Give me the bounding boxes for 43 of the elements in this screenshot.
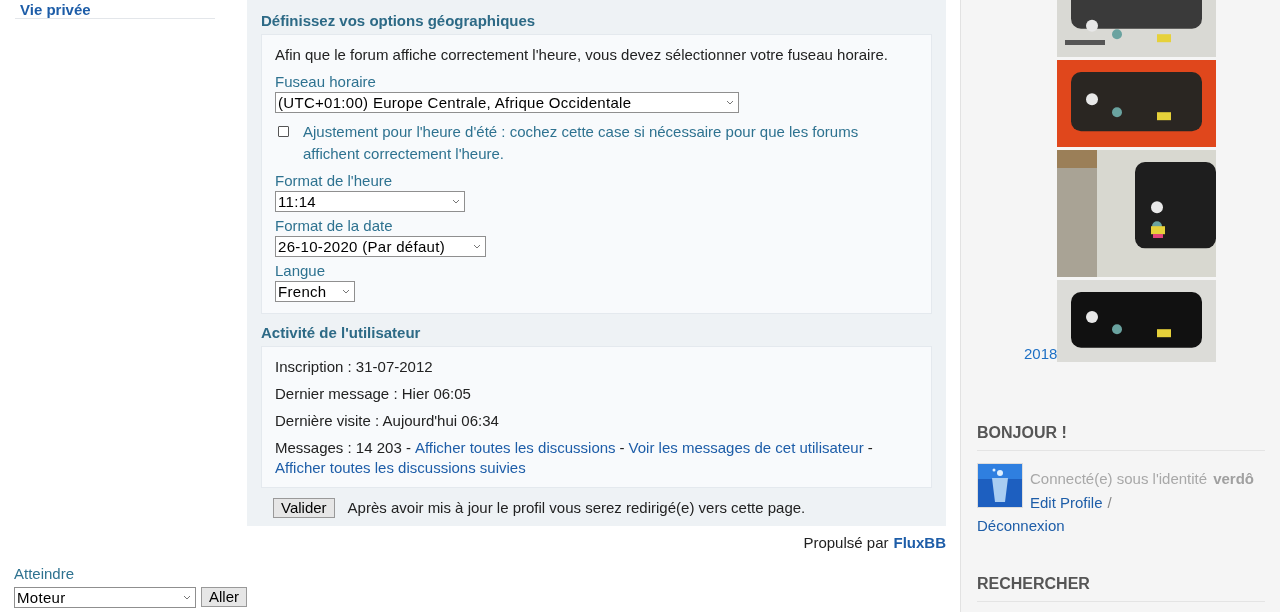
separator-text: - bbox=[619, 439, 625, 456]
edit-profile-link[interactable]: Edit Profile bbox=[1030, 494, 1103, 511]
field-label: Format de l'heure bbox=[275, 171, 393, 191]
time-format-select[interactable]: 11:14 bbox=[275, 191, 465, 212]
forum-select[interactable]: Moteur bbox=[14, 587, 196, 608]
caret-icon bbox=[183, 595, 191, 600]
checkbox-label: Ajustement pour l'heure d'été : cochez cette case si nécessaire pour que les forums affichent correctement l'heure. bbox=[303, 122, 860, 164]
caret-icon bbox=[342, 289, 350, 294]
info-text: Messages : 14 203 - bbox=[275, 439, 411, 456]
logout-link[interactable]: Déconnexion bbox=[977, 517, 1065, 534]
info-text: Inscription : 31-07-2012 bbox=[275, 357, 433, 377]
language-select[interactable]: French bbox=[275, 281, 355, 302]
link[interactable]: Afficher toutes les discussions bbox=[414, 439, 616, 456]
brand-link[interactable]: FluxBB bbox=[893, 534, 946, 551]
link[interactable]: Afficher toutes les discussions suivies bbox=[275, 459, 526, 476]
checkbox[interactable] bbox=[278, 126, 289, 137]
jump-label: Atteindre bbox=[14, 564, 76, 584]
year-link[interactable]: 2018 bbox=[1024, 346, 1058, 362]
caret-icon bbox=[473, 244, 481, 249]
intro-text: Afin que le forum affiche correctement l'heure, vous devez sélectionner votre fuseau horaire. bbox=[275, 45, 888, 65]
section-title: Définissez vos options géographiques bbox=[261, 12, 537, 29]
nav-link[interactable]: Vie privée bbox=[15, 1, 96, 18]
login-text: Connecté(e) sous l'identité bbox=[1030, 470, 1208, 487]
timezone-select[interactable]: (UTC+01:00) Europe Centrale, Afrique Occidentale bbox=[275, 92, 739, 113]
caret-icon bbox=[726, 100, 734, 105]
go-button[interactable]: Aller bbox=[201, 587, 247, 607]
date-format-select[interactable]: 26-10-2020 (Par défaut) bbox=[275, 236, 486, 257]
link[interactable]: Voir les messages de cet utilisateur bbox=[628, 439, 864, 456]
separator-text: / bbox=[1107, 494, 1112, 511]
submit-button[interactable]: Valider bbox=[273, 498, 335, 518]
sidebar-heading: BONJOUR ! bbox=[977, 424, 1265, 451]
info-text: Dernier message : Hier 06:05 bbox=[275, 384, 471, 404]
field-label: Format de la date bbox=[275, 216, 393, 236]
section-title: Activité de l'utilisateur bbox=[261, 324, 422, 341]
caret-icon bbox=[452, 199, 460, 204]
username: verdô bbox=[1213, 470, 1254, 487]
separator-text: - bbox=[867, 439, 873, 456]
submit-note: Après avoir mis à jour le profil vous serez redirigé(e) vers cette page. bbox=[347, 498, 806, 518]
sidebar-heading: RECHERCHER bbox=[977, 575, 1265, 602]
field-label: Langue bbox=[275, 261, 326, 281]
info-text: Dernière visite : Aujourd'hui 06:34 bbox=[275, 411, 499, 431]
field-label: Fuseau horaire bbox=[275, 72, 376, 92]
powered-text: Propulsé par bbox=[803, 534, 889, 551]
